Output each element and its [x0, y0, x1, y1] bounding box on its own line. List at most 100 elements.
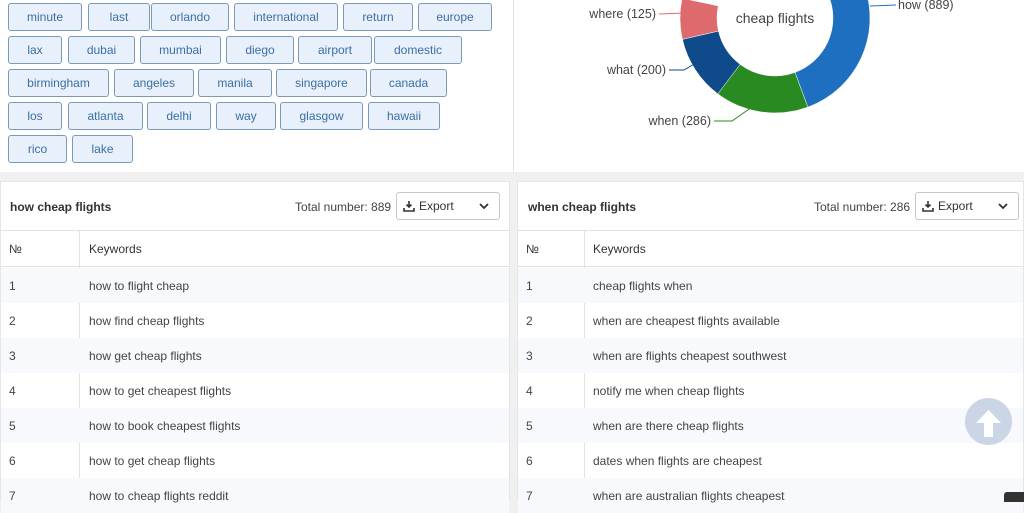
panel-title: when cheap flights	[528, 200, 637, 214]
row-keyword: how get cheap flights	[89, 349, 202, 363]
donut-chart-svg: cheap flights how (889) when (286) what (20…	[588, 0, 954, 128]
keyword-tag[interactable]: lax	[8, 36, 62, 64]
donut-center-label: cheap flights	[736, 10, 815, 26]
row-number: 1	[9, 279, 16, 293]
scroll-to-top-button[interactable]	[965, 398, 1012, 445]
row-keyword: how to get cheapest flights	[89, 384, 232, 398]
keyword-tag[interactable]: last	[88, 3, 150, 31]
row-number: 5	[9, 419, 16, 433]
keyword-tag[interactable]: diego	[226, 36, 294, 64]
table-row: 3 when are flights cheapest southwest	[518, 338, 1023, 373]
table-row: 5 when are there cheap flights	[518, 408, 1023, 443]
keyword-tag[interactable]: delhi	[147, 102, 211, 130]
row-number: 5	[526, 419, 533, 433]
download-icon	[403, 201, 415, 212]
total-number: Total number: 889	[295, 200, 392, 214]
keyword-tag[interactable]: hawaii	[368, 102, 440, 130]
table-row: 4 notify me when cheap flights	[518, 373, 1023, 408]
leader-line-how	[869, 4, 897, 7]
table-row: 2 when are cheapest flights available	[518, 303, 1023, 338]
top-section: minute last orlando international return euro…	[0, 0, 1024, 172]
table-row: 4 how to get cheapest flights	[1, 373, 509, 408]
row-number: 4	[526, 384, 533, 398]
keyword-tag[interactable]: glasgow	[280, 102, 363, 130]
export-button[interactable]: Export	[396, 192, 500, 220]
keyword-tag[interactable]: international	[234, 3, 338, 31]
row-number: 7	[526, 489, 533, 503]
export-button[interactable]: Export	[915, 192, 1019, 220]
table-header: № Keywords	[1, 231, 509, 267]
row-number: 4	[9, 384, 16, 398]
row-number: 6	[9, 454, 16, 468]
table-row: 1 how to flight cheap	[1, 268, 509, 303]
row-keyword: how find cheap flights	[89, 314, 205, 328]
table-row: 1 cheap flights when	[518, 268, 1023, 303]
row-keyword: when are there cheap flights	[593, 419, 744, 433]
keyword-tag[interactable]: manila	[198, 69, 272, 97]
export-label: Export	[419, 199, 454, 213]
keyword-tag[interactable]: dubai	[68, 36, 135, 64]
keyword-tag[interactable]: atlanta	[68, 102, 143, 130]
row-keyword: notify me when cheap flights	[593, 384, 745, 398]
slice-label-when: when (286)	[647, 114, 711, 128]
row-keyword: cheap flights when	[593, 279, 693, 293]
keyword-tag[interactable]: angeles	[114, 69, 194, 97]
slice-label-how: how (889)	[898, 0, 954, 12]
export-label: Export	[938, 199, 973, 213]
row-keyword: when are australian flights cheapest	[593, 489, 785, 503]
slice-label-what: what (200)	[606, 63, 666, 77]
total-number: Total number: 286	[814, 200, 911, 214]
column-number: №	[526, 242, 539, 256]
row-keyword: how to get cheap flights	[89, 454, 216, 468]
panel-header: how cheap flights Total number: 889 Expo…	[1, 182, 509, 231]
table-row: 7 how to cheap flights reddit	[1, 478, 509, 513]
chat-widget-tab[interactable]	[1004, 492, 1024, 502]
row-number: 2	[9, 314, 16, 328]
keyword-tag[interactable]: birmingham	[8, 69, 109, 97]
keyword-tag[interactable]: orlando	[151, 3, 229, 31]
table-body: 1 how to flight cheap 2 how find cheap flig…	[1, 268, 509, 513]
row-number: 2	[526, 314, 533, 328]
row-number: 6	[526, 454, 533, 468]
column-keywords: Keywords	[593, 242, 646, 256]
keyword-tag[interactable]: rico	[8, 135, 67, 163]
donut-chart: cheap flights how (889) when (286) what (20…	[514, 0, 1024, 172]
column-keywords: Keywords	[89, 242, 142, 256]
keyword-tag[interactable]: domestic	[374, 36, 462, 64]
table-row: 5 how to book cheapest flights	[1, 408, 509, 443]
row-number: 3	[526, 349, 533, 363]
table-header: № Keywords	[518, 231, 1023, 267]
panel-header: when cheap flights Total number: 286 Exp…	[518, 182, 1023, 231]
leader-line-when	[714, 106, 753, 122]
table-row: 6 dates when flights are cheapest	[518, 443, 1023, 478]
keyword-tag[interactable]: return	[343, 3, 413, 31]
chevron-down-icon	[479, 203, 489, 210]
keyword-tag[interactable]: canada	[370, 69, 447, 97]
table-row: 6 how to get cheap flights	[1, 443, 509, 478]
table-row: 7 when are australian flights cheapest	[518, 478, 1023, 513]
panel-how: how cheap flights Total number: 889 Expo…	[0, 181, 510, 513]
keyword-tag[interactable]: minute	[8, 3, 82, 31]
panel-when: when cheap flights Total number: 286 Exp…	[517, 181, 1024, 513]
column-number: №	[9, 242, 22, 256]
arrow-up-icon	[976, 410, 1001, 437]
keyword-tag[interactable]: way	[216, 102, 276, 130]
keyword-tag[interactable]: airport	[298, 36, 372, 64]
table-row: 3 how get cheap flights	[1, 338, 509, 373]
panel-title: how cheap flights	[10, 200, 112, 214]
keyword-tag[interactable]: los	[8, 102, 62, 130]
row-number: 7	[9, 489, 16, 503]
row-number: 1	[526, 279, 533, 293]
table-row: 2 how find cheap flights	[1, 303, 509, 338]
chevron-down-icon	[998, 203, 1008, 210]
slice-label-where: where (125)	[588, 7, 656, 21]
row-keyword: how to book cheapest flights	[89, 419, 241, 433]
row-number: 3	[9, 349, 16, 363]
row-keyword: when are cheapest flights available	[593, 314, 780, 328]
keyword-tag[interactable]: mumbai	[140, 36, 221, 64]
keyword-tag[interactable]: europe	[418, 3, 492, 31]
keyword-tag[interactable]: lake	[72, 135, 133, 163]
row-keyword: when are flights cheapest southwest	[593, 349, 787, 363]
keyword-tag[interactable]: singapore	[276, 69, 367, 97]
row-keyword: how to flight cheap	[89, 279, 190, 293]
